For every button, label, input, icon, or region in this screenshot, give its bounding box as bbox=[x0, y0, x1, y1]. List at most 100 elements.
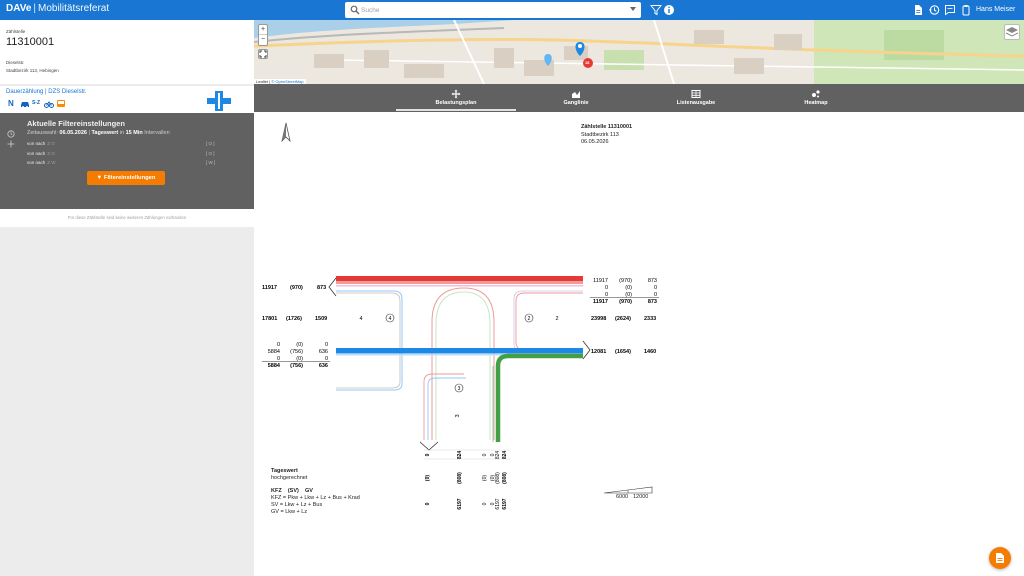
count-type-link[interactable]: Dauerzählung | DZS Dieselstr. bbox=[6, 89, 87, 95]
west-row-sv: (0) bbox=[296, 356, 303, 362]
scale-wedge bbox=[604, 486, 653, 494]
map-cluster-count: 16 bbox=[585, 60, 590, 65]
move-icon bbox=[451, 89, 461, 99]
filter-mid: in bbox=[119, 130, 125, 136]
filter-row-label: von nach bbox=[27, 151, 46, 156]
filter-button-label: Filtereinstellungen bbox=[103, 175, 156, 181]
west-top-sv: (970) bbox=[290, 285, 303, 291]
car-icon bbox=[21, 102, 29, 108]
left-panel: Zählstelle 11310001 Dieselstr. Stadtbezi… bbox=[0, 20, 254, 576]
legend-subtitle: hochgerechnet bbox=[271, 475, 308, 481]
layers-icon bbox=[1005, 27, 1019, 37]
west-mid-sv: (1726) bbox=[286, 316, 302, 322]
east-row-kfz: 0 bbox=[605, 285, 608, 291]
view-tabs: Belastungsplan Ganglinie Listenausgabe H… bbox=[254, 84, 1024, 112]
clipboard-icon[interactable] bbox=[960, 4, 972, 16]
search-input[interactable] bbox=[361, 3, 621, 17]
filter-sep: | bbox=[88, 130, 90, 136]
map-zoom-control: + − bbox=[258, 24, 268, 46]
west-top-kfz: 11917 bbox=[262, 285, 277, 291]
document-icon[interactable] bbox=[912, 4, 924, 16]
west-total-gv: 636 bbox=[319, 363, 328, 369]
west-row-kfz: 5884 bbox=[268, 349, 280, 355]
west-row-gv: 636 bbox=[319, 349, 328, 355]
zoom-out-button[interactable]: − bbox=[259, 35, 267, 45]
east-values: 11917 (970) 873 0 (0) 0 0 (0) 0 11917 (9… bbox=[590, 278, 659, 355]
south-top: 0 bbox=[482, 453, 488, 456]
west-row-gv: 0 bbox=[325, 356, 328, 362]
arm-circle-label: 2 bbox=[528, 316, 531, 322]
map-layers-button[interactable] bbox=[1004, 24, 1020, 40]
east-total-gv: 873 bbox=[648, 299, 657, 305]
tab-heatmap[interactable]: Heatmap bbox=[756, 84, 876, 112]
west-row-sv: (756) bbox=[290, 349, 303, 355]
fullscreen-button[interactable] bbox=[258, 49, 268, 59]
tab-label: Ganglinie bbox=[563, 100, 589, 106]
history-icon[interactable] bbox=[928, 4, 940, 16]
info-icon[interactable] bbox=[663, 4, 675, 16]
west-mid-kfz: 17801 bbox=[262, 316, 277, 322]
active-tab-indicator bbox=[396, 109, 516, 111]
east-total-sv: (970) bbox=[619, 299, 632, 305]
filter-icon[interactable] bbox=[650, 4, 662, 16]
legend-gv: GV = Lkw + Lz bbox=[271, 509, 308, 515]
feedback-icon[interactable] bbox=[944, 4, 956, 16]
arm-number: 2 bbox=[555, 316, 558, 322]
search-icon bbox=[350, 5, 360, 15]
scale-label-max: 12000 bbox=[633, 494, 649, 500]
east-row-sv: (0) bbox=[625, 292, 632, 298]
east-total-kfz: 11917 bbox=[593, 299, 608, 305]
zoom-in-button[interactable]: + bbox=[259, 25, 267, 35]
west-row-gv: 0 bbox=[325, 342, 328, 348]
east-out-kfz: 12081 bbox=[591, 349, 606, 355]
filter-suffix: Intervallen bbox=[144, 130, 170, 136]
legend-kfz: KFZ = Pkw + Lkw + Lz + Bus + Krad bbox=[271, 495, 360, 501]
arm-circle-label: 3 bbox=[458, 386, 461, 392]
flow-band-green bbox=[495, 353, 583, 442]
east-mid-kfz: 23998 bbox=[591, 316, 606, 322]
bus-icon bbox=[57, 100, 65, 107]
east-row-sv: (970) bbox=[619, 278, 632, 284]
area-chart-icon bbox=[572, 91, 580, 98]
tab-ganglinie[interactable]: Ganglinie bbox=[516, 84, 636, 112]
map[interactable]: 16 + − Leaflet | © OpenStreetMap bbox=[254, 20, 1024, 84]
filter-prefix: Zeitauswahl: bbox=[27, 130, 58, 136]
south-top: 0 bbox=[425, 453, 431, 456]
search-dropdown-icon[interactable] bbox=[630, 7, 636, 11]
brand-separator: | bbox=[33, 3, 36, 14]
site-district: Stadtbezirk 113, Hebingen bbox=[6, 68, 59, 73]
south-values: 0 824 0 0 824 824 (0) (808) (0) (0) (808… bbox=[424, 449, 510, 510]
count-type-card: Dauerzählung | DZS Dieselstr. N S-Z bbox=[0, 86, 254, 113]
filter-date: 06.05.2026 bbox=[59, 130, 87, 136]
west-row-sv: (0) bbox=[296, 342, 303, 348]
direction-icon bbox=[7, 140, 15, 148]
filter-row-count: [ O ] bbox=[206, 151, 215, 156]
app-brand[interactable]: DAVe | Mobilitätsreferat bbox=[6, 3, 109, 14]
south-paren: (0) bbox=[425, 475, 431, 481]
east-row-gv: 873 bbox=[648, 278, 657, 284]
tab-belastungsplan[interactable]: Belastungsplan bbox=[396, 84, 516, 112]
west-total-sv: (756) bbox=[290, 363, 303, 369]
filter-row-count: [ O ] bbox=[206, 141, 215, 146]
filter-row-value: Z W bbox=[47, 160, 56, 165]
user-name[interactable]: Hans Meiser bbox=[976, 6, 1015, 13]
document-icon bbox=[996, 553, 1004, 563]
filter-settings-button[interactable]: ▼ Filtereinstellungen bbox=[87, 171, 165, 185]
filter-row-value: Z O bbox=[47, 151, 55, 156]
arm-circle-label: 4 bbox=[389, 316, 392, 322]
tab-listenausgabe[interactable]: Listenausgabe bbox=[636, 84, 756, 112]
west-row-kfz: 0 bbox=[277, 356, 280, 362]
table-icon bbox=[691, 90, 701, 98]
legend-columns: KFZ (SV) GV bbox=[271, 488, 360, 495]
tab-label: Heatmap bbox=[804, 100, 828, 106]
filter-row-value: Z O bbox=[47, 141, 55, 146]
bike-icon bbox=[44, 101, 54, 108]
filter-value-type: Tageswert bbox=[91, 130, 119, 136]
filter-row-label: von nach bbox=[27, 160, 46, 165]
south-bottom: 0 bbox=[482, 502, 488, 505]
export-pdf-button[interactable] bbox=[989, 547, 1011, 569]
west-out-arrow bbox=[328, 277, 337, 297]
load-plan-view: Zählstelle 11310001 Stadtbezirk 113 06.0… bbox=[254, 112, 1024, 576]
site-id: 11310001 bbox=[6, 36, 55, 48]
east-row-kfz: 0 bbox=[605, 292, 608, 298]
